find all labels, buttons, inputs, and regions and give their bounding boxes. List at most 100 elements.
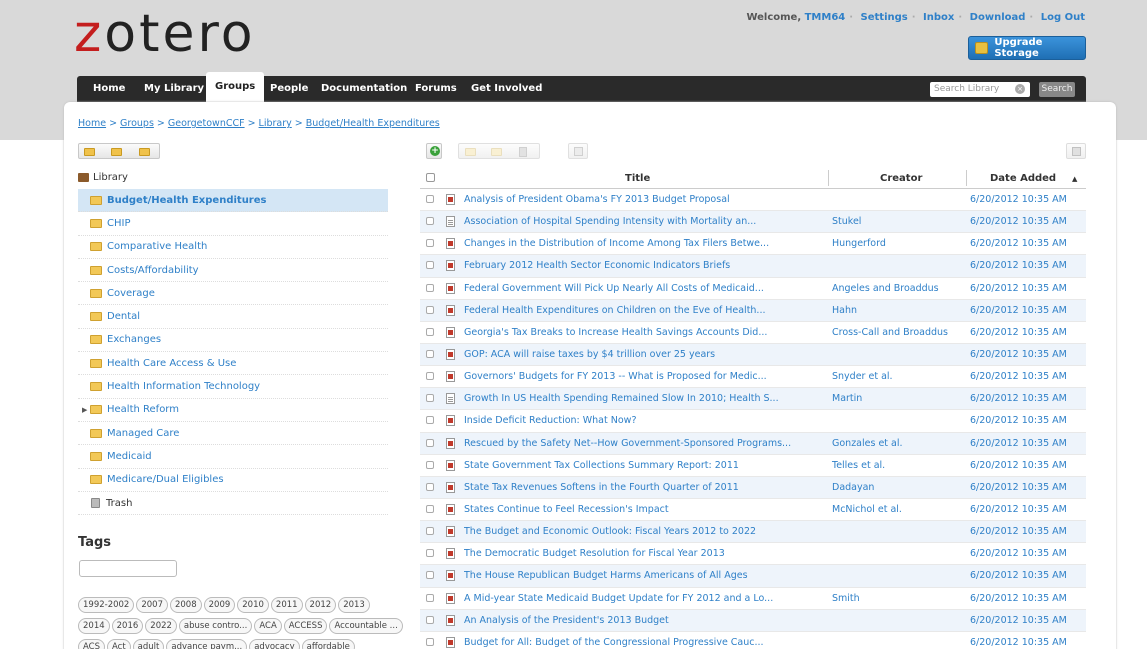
breadcrumb-library[interactable]: Library	[259, 118, 292, 129]
export-button[interactable]	[1066, 143, 1086, 159]
row-checkbox[interactable]	[426, 482, 434, 491]
item-title[interactable]: Rescued by the Safety Net--How Governmen…	[464, 438, 826, 449]
table-row[interactable]: The Budget and Economic Outlook: Fiscal …	[420, 521, 1086, 544]
tag[interactable]: 2011	[270, 597, 303, 613]
item-title[interactable]: The House Republican Budget Harms Americ…	[464, 570, 826, 581]
table-row[interactable]: Budget for All: Budget of the Congressio…	[420, 632, 1086, 649]
inbox-link[interactable]: Inbox	[923, 12, 954, 23]
row-checkbox[interactable]	[426, 239, 434, 248]
collection-coverage[interactable]: Coverage	[78, 282, 388, 306]
table-row[interactable]: February 2012 Health Sector Economic Ind…	[420, 255, 1086, 278]
item-title[interactable]: State Tax Revenues Softens in the Fourth…	[464, 482, 826, 493]
collection-managed-care[interactable]: Managed Care	[78, 422, 388, 446]
tag[interactable]: advocacy	[249, 639, 300, 649]
collection-medicaid[interactable]: Medicaid	[78, 445, 388, 469]
tag[interactable]: Act	[107, 639, 131, 649]
row-checkbox[interactable]	[426, 372, 434, 381]
item-title[interactable]: Georgia's Tax Breaks to Increase Health …	[464, 327, 826, 338]
table-row[interactable]: Analysis of President Obama's FY 2013 Bu…	[420, 189, 1086, 212]
tag[interactable]: 2008	[169, 597, 202, 613]
row-checkbox[interactable]	[426, 305, 434, 314]
row-checkbox[interactable]	[426, 593, 434, 602]
item-title[interactable]: A Mid-year State Medicaid Budget Update …	[464, 593, 826, 604]
row-checkbox[interactable]	[426, 195, 434, 203]
item-title[interactable]: The Budget and Economic Outlook: Fiscal …	[464, 526, 826, 537]
upgrade-storage-button[interactable]: Upgrade Storage	[968, 36, 1086, 60]
date-added-column-header[interactable]: Date Added	[990, 173, 1056, 184]
table-row[interactable]: Governors' Budgets for FY 2013 -- What i…	[420, 366, 1086, 389]
item-title[interactable]: States Continue to Feel Recession's Impa…	[464, 504, 826, 515]
tag-filter-input[interactable]	[79, 560, 177, 577]
collection-budget-health[interactable]: Budget/Health Expenditures	[78, 189, 388, 213]
tab-documentation[interactable]: Documentation	[321, 76, 407, 102]
collection-chip[interactable]: CHIP	[78, 212, 388, 236]
table-row[interactable]: State Government Tax Collections Summary…	[420, 455, 1086, 477]
trash-item-icon[interactable]	[519, 147, 527, 157]
tag[interactable]: affordable	[301, 639, 355, 649]
item-title[interactable]: The Democratic Budget Resolution for Fis…	[464, 548, 826, 559]
collection-trash[interactable]: Trash	[78, 492, 388, 516]
row-checkbox[interactable]	[426, 327, 434, 336]
table-row[interactable]: Changes in the Distribution of Income Am…	[420, 233, 1086, 256]
new-collection-icon[interactable]	[84, 148, 95, 156]
row-checkbox[interactable]	[426, 283, 434, 292]
row-checkbox[interactable]	[426, 394, 434, 403]
item-title[interactable]: An Analysis of the President's 2013 Budg…	[464, 615, 826, 626]
table-row[interactable]: GOP: ACA will raise taxes by $4 trillion…	[420, 343, 1086, 367]
item-title[interactable]: Growth In US Health Spending Remained Sl…	[464, 393, 826, 404]
add-to-collection-icon[interactable]	[465, 148, 476, 156]
item-title[interactable]: Governors' Budgets for FY 2013 -- What i…	[464, 371, 826, 382]
tag[interactable]: 2013	[338, 597, 370, 613]
row-checkbox[interactable]	[426, 637, 434, 646]
row-checkbox[interactable]	[426, 527, 434, 536]
item-title[interactable]: Changes in the Distribution of Income Am…	[464, 238, 826, 249]
tag[interactable]: Accountable ...	[329, 618, 403, 634]
table-row[interactable]: Georgia's Tax Breaks to Increase Health …	[420, 322, 1086, 344]
table-row[interactable]: Federal Health Expenditures on Children …	[420, 299, 1086, 322]
download-link[interactable]: Download	[970, 12, 1026, 23]
item-title[interactable]: Association of Hospital Spending Intensi…	[464, 216, 826, 227]
collection-exchanges[interactable]: Exchanges	[78, 329, 388, 353]
breadcrumb-collection[interactable]: Budget/Health Expenditures	[306, 118, 440, 129]
library-root[interactable]: Library	[78, 172, 128, 183]
tag[interactable]: 2009	[203, 597, 236, 613]
breadcrumb-home[interactable]: Home	[78, 118, 106, 129]
row-checkbox[interactable]	[426, 261, 434, 270]
cite-button[interactable]	[568, 143, 588, 159]
collection-access-use[interactable]: Health Care Access & Use	[78, 352, 388, 376]
item-title[interactable]: Inside Deficit Reduction: What Now?	[464, 415, 826, 426]
username-link[interactable]: TMM64	[805, 12, 846, 23]
tag[interactable]: ACCESS	[283, 618, 328, 634]
row-checkbox[interactable]	[426, 217, 434, 226]
tag[interactable]: advance paym...	[166, 639, 248, 649]
settings-link[interactable]: Settings	[861, 12, 908, 23]
search-button[interactable]: Search	[1039, 82, 1075, 97]
tag[interactable]: 2010	[237, 597, 269, 613]
expand-arrow-icon[interactable]: ▶	[82, 406, 87, 414]
tag[interactable]: 2014	[78, 618, 110, 634]
item-title[interactable]: February 2012 Health Sector Economic Ind…	[464, 260, 826, 271]
tab-people[interactable]: People	[270, 76, 308, 102]
table-row[interactable]: States Continue to Feel Recession's Impa…	[420, 499, 1086, 522]
creator-column-header[interactable]: Creator	[880, 173, 922, 184]
tag[interactable]: 2007	[136, 597, 168, 613]
item-title[interactable]: GOP: ACA will raise taxes by $4 trillion…	[464, 349, 826, 360]
table-row[interactable]: Rescued by the Safety Net--How Governmen…	[420, 432, 1086, 455]
item-title[interactable]: Federal Government Will Pick Up Nearly A…	[464, 283, 826, 294]
tab-groups[interactable]: Groups	[206, 72, 265, 102]
tab-get-involved[interactable]: Get Involved	[471, 76, 542, 102]
tag[interactable]: 1992-2002	[78, 597, 135, 613]
sort-asc-icon[interactable]: ▲	[1072, 175, 1077, 183]
item-title[interactable]: Federal Health Expenditures on Children …	[464, 305, 826, 316]
tag[interactable]: 2022	[145, 618, 177, 634]
tab-home[interactable]: Home	[93, 76, 125, 102]
edit-collection-icon[interactable]	[111, 148, 122, 156]
table-row[interactable]: The Democratic Budget Resolution for Fis…	[420, 543, 1086, 566]
row-checkbox[interactable]	[426, 549, 434, 558]
delete-collection-icon[interactable]	[139, 148, 150, 156]
new-item-button[interactable]: +	[426, 143, 442, 159]
collection-health-it[interactable]: Health Information Technology	[78, 375, 388, 399]
tag[interactable]: 2012	[304, 597, 337, 613]
item-title[interactable]: State Government Tax Collections Summary…	[464, 460, 826, 471]
remove-from-collection-icon[interactable]	[491, 148, 502, 156]
